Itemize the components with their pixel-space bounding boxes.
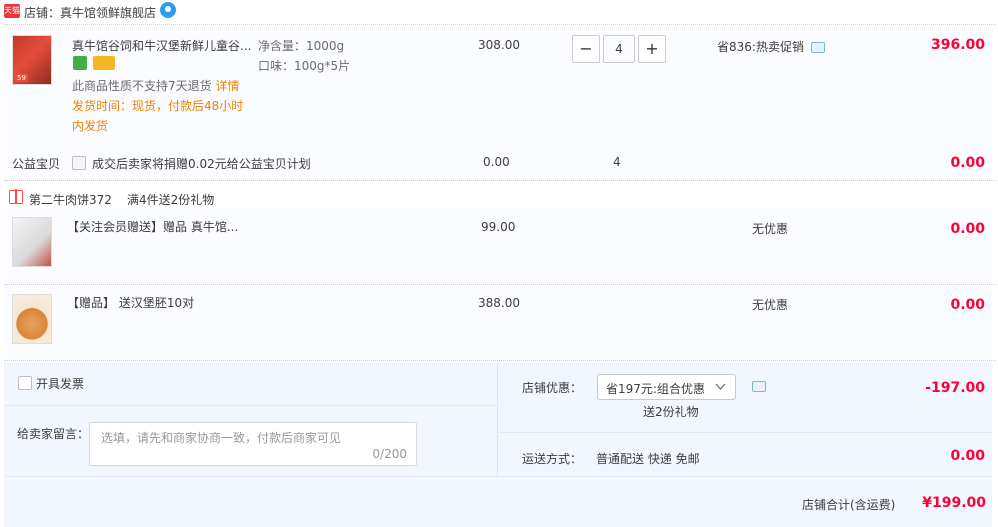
promo-text: 省836:热卖促销 — [717, 40, 804, 54]
quantity-stepper: − 4 + — [572, 35, 666, 63]
product-thumbnail[interactable]: 59 — [12, 35, 52, 85]
divider — [4, 405, 497, 406]
ship-time-line2: 内发货 — [72, 119, 109, 133]
shop-name[interactable]: 店铺：真牛馆领鲜旗舰店 — [24, 4, 156, 21]
gift-group-title: 第二牛肉饼372 — [29, 193, 112, 207]
gift-title[interactable]: 【关注会员赠送】赠品 真牛馆... — [67, 219, 238, 235]
charity-subtotal: 0.00 — [950, 155, 985, 171]
discount-gift-note: 送2份礼物 — [643, 405, 699, 419]
increase-button[interactable]: + — [638, 35, 666, 63]
card-pay-icon — [93, 56, 115, 70]
message-placeholder: 选填，请先和商家协商一致，付款后商家可见 — [101, 431, 342, 445]
chevron-down-icon — [715, 383, 726, 390]
gift-price: 99.00 — [481, 220, 516, 234]
promo-chat-icon[interactable] — [811, 42, 825, 53]
shop-total-label: 店铺合计(含运费) — [802, 498, 896, 512]
divider — [4, 476, 992, 477]
shop-total-amount: ¥199.00 — [922, 495, 986, 511]
divider — [4, 360, 996, 361]
gift-thumbnail[interactable] — [12, 294, 52, 344]
thumb-tag: 59 — [15, 74, 28, 82]
gift-title[interactable]: 【赠品】 送汉堡胚10对 — [67, 295, 194, 311]
gift-thumbnail[interactable] — [12, 217, 52, 267]
shop-discount-label: 店铺优惠： — [522, 381, 583, 395]
item-subtotal: 396.00 — [930, 37, 985, 53]
divider — [498, 432, 992, 433]
return-note: 此商品性质不支持7天退货 — [72, 79, 212, 93]
product-title[interactable]: 真牛馆谷饲和牛汉堡新鲜儿童谷... — [72, 38, 252, 54]
gift-subtotal: 0.00 — [950, 221, 985, 237]
discount-chat-icon[interactable] — [752, 381, 766, 392]
wangwang-chat-icon[interactable] — [160, 2, 176, 18]
shop-discount-select[interactable]: 省197元:组合优惠 — [597, 374, 736, 400]
message-label: 给卖家留言： — [17, 427, 90, 441]
spec-net: 净含量：1000g — [258, 39, 345, 53]
charity-quantity: 4 — [613, 155, 621, 169]
detail-link[interactable]: 详情 — [215, 79, 239, 93]
gift-subtotal: 0.00 — [950, 297, 985, 313]
invoice-label[interactable]: 开具发票 — [36, 375, 84, 392]
invoice-checkbox[interactable] — [18, 376, 32, 390]
message-counter: 0/200 — [372, 447, 407, 461]
gift-group-rule: 满4件送2份礼物 — [127, 193, 215, 207]
quality-badge-icon — [73, 56, 87, 70]
tmall-badge: 天猫 — [4, 4, 20, 18]
charity-text: 成交后卖家将捐赠0.02元给公益宝贝计划 — [92, 157, 311, 171]
divider — [4, 180, 996, 181]
unit-price: 308.00 — [478, 38, 520, 52]
gift-promo: 无优惠 — [752, 222, 789, 236]
gift-promo: 无优惠 — [752, 298, 789, 312]
shipping-method: 普通配送 快递 免邮 — [596, 452, 700, 466]
spec-taste: 口味：100g*5片 — [258, 59, 351, 73]
decrease-button[interactable]: − — [572, 35, 600, 63]
quantity-input[interactable]: 4 — [603, 35, 635, 63]
ship-time-line1: 发货时间：现货，付款后48小时 — [72, 99, 244, 113]
charity-label: 公益宝贝 — [12, 157, 61, 171]
charity-checkbox[interactable] — [72, 156, 86, 170]
charity-price: 0.00 — [483, 155, 510, 169]
gift-price: 388.00 — [478, 296, 520, 310]
message-textarea[interactable]: 选填，请先和商家协商一致，付款后商家可见 0/200 — [89, 422, 417, 466]
shop-discount-amount: -197.00 — [925, 380, 985, 396]
shipping-amount: 0.00 — [950, 448, 985, 464]
return-policy: 此商品性质不支持7天退货 详情 — [72, 76, 239, 96]
shipping-label: 运送方式： — [522, 452, 583, 466]
shop-discount-selected: 省197元:组合优惠 — [606, 382, 705, 396]
gift-icon — [9, 189, 23, 204]
divider — [497, 364, 498, 476]
